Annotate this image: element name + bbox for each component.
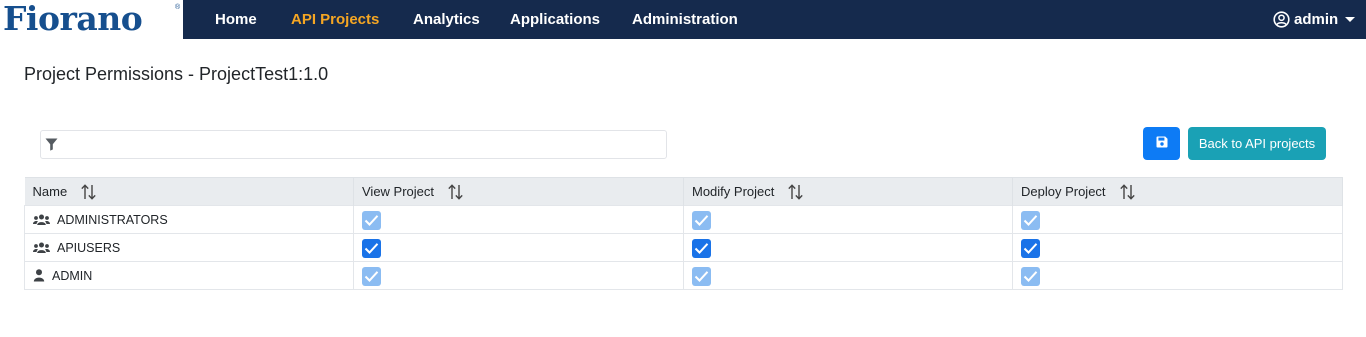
- view-project-checkbox[interactable]: [362, 266, 381, 286]
- user-menu[interactable]: admin: [1273, 0, 1356, 39]
- table-row: ADMIN: [24, 261, 1343, 290]
- deploy-project-cell: [1012, 205, 1343, 234]
- filter-box: [40, 130, 667, 159]
- nav-home[interactable]: Home: [215, 0, 257, 39]
- row-name-label: APIUSERS: [57, 240, 121, 255]
- column-label: Deploy Project: [1021, 184, 1106, 199]
- name-cell: APIUSERS: [24, 233, 354, 262]
- view-project-checkbox[interactable]: [362, 238, 381, 258]
- deploy-project-cell: [1012, 261, 1343, 290]
- view-project-cell: [353, 261, 684, 290]
- view-project-cell: [353, 205, 684, 234]
- deploy-project-checkbox[interactable]: [1021, 210, 1040, 230]
- view-project-checkbox[interactable]: [362, 210, 381, 230]
- column-label: Name: [32, 184, 68, 199]
- nav-applications[interactable]: Applications: [510, 0, 600, 39]
- page-title: Project Permissions - ProjectTest1:1.0: [24, 64, 329, 84]
- sort-icon[interactable]: [447, 183, 464, 200]
- user-circle-icon: [1273, 11, 1290, 28]
- row-name-label: ADMIN: [52, 268, 93, 283]
- users-group-icon: [33, 214, 50, 226]
- sort-icon[interactable]: [787, 183, 804, 200]
- table-row: ADMINISTRATORS: [24, 205, 1343, 234]
- user-name: admin: [1294, 11, 1339, 28]
- nav-analytics[interactable]: Analytics: [413, 0, 480, 39]
- permissions-table: Name View Project Modify Project Deploy …: [24, 177, 1343, 290]
- fiorano-logo[interactable]: Fiorano ®: [0, 0, 183, 39]
- top-navbar: Fiorano ® Home API Projects Analytics Ap…: [0, 0, 1366, 39]
- filter-icon: [45, 138, 58, 156]
- nav-api-projects[interactable]: API Projects: [291, 0, 379, 39]
- back-to-api-projects-button[interactable]: Back to API projects: [1188, 127, 1326, 160]
- modify-project-cell: [683, 261, 1013, 290]
- registered-mark: ®: [175, 4, 181, 11]
- sort-icon[interactable]: [80, 183, 97, 200]
- chevron-down-icon: [1345, 17, 1356, 22]
- deploy-project-checkbox[interactable]: [1021, 238, 1040, 258]
- view-project-cell: [353, 233, 684, 262]
- modify-project-checkbox[interactable]: [692, 210, 711, 230]
- deploy-project-checkbox[interactable]: [1021, 266, 1040, 286]
- save-button[interactable]: [1143, 127, 1180, 160]
- column-header-view-project[interactable]: View Project: [353, 177, 684, 206]
- name-cell: ADMINISTRATORS: [24, 205, 354, 234]
- user-icon: [33, 269, 45, 282]
- column-header-modify-project[interactable]: Modify Project: [683, 177, 1013, 206]
- floppy-disk-icon: [1156, 135, 1168, 153]
- column-label: View Project: [362, 184, 435, 199]
- column-label: Modify Project: [692, 184, 775, 199]
- logo-text: Fiorano: [3, 0, 143, 38]
- row-name-label: ADMINISTRATORS: [57, 212, 168, 227]
- column-header-name[interactable]: Name: [24, 177, 354, 206]
- name-cell: ADMIN: [24, 261, 354, 290]
- users-group-icon: [33, 242, 50, 254]
- column-header-deploy-project[interactable]: Deploy Project: [1012, 177, 1343, 206]
- nav-administration[interactable]: Administration: [632, 0, 738, 39]
- modify-project-cell: [683, 233, 1013, 262]
- table-header-row: Name View Project Modify Project Deploy …: [24, 177, 1343, 206]
- sort-icon[interactable]: [1119, 183, 1136, 200]
- modify-project-cell: [683, 205, 1013, 234]
- table-row: APIUSERS: [24, 233, 1343, 262]
- modify-project-checkbox[interactable]: [692, 266, 711, 286]
- modify-project-checkbox[interactable]: [692, 238, 711, 258]
- deploy-project-cell: [1012, 233, 1343, 262]
- filter-input[interactable]: [65, 133, 664, 158]
